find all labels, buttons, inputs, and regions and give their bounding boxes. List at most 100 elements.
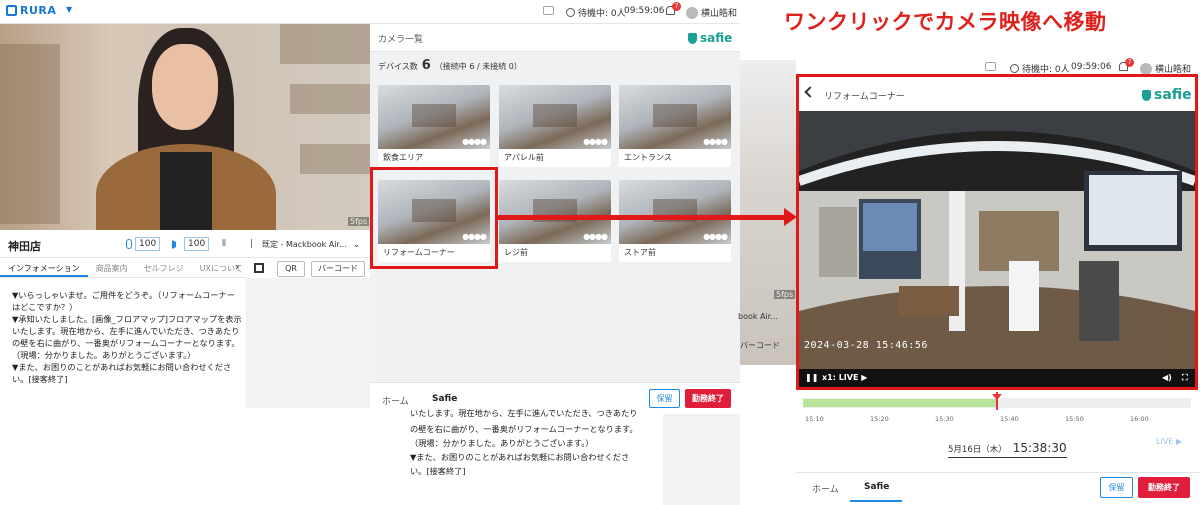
headline: ワンクリックでカメラ映像へ移動 [784, 10, 1107, 34]
arrow-line [498, 215, 790, 220]
safie-logo-icon [688, 32, 697, 44]
camera-menu-icon[interactable]: ●●●● [703, 232, 728, 241]
device-count-value: 6 [421, 58, 431, 73]
timeline-tick: 15:20 [870, 415, 889, 423]
safie-logo-text: safie [700, 31, 733, 45]
info-line: い。[接客終了] [12, 374, 68, 384]
device-count: デバイス数 6 （接続中 6 / 未接続 0） [378, 58, 522, 73]
mic-volume[interactable]: 100 [126, 236, 161, 252]
bell-icon[interactable]: 7 [666, 2, 681, 15]
info-line: はどこですか？） [12, 302, 78, 312]
mic-volume-value[interactable]: 100 [135, 237, 161, 251]
customer-video [0, 24, 370, 230]
camera-card-apparel[interactable]: ●●●● アパレル前 [499, 85, 611, 167]
qr-scan-icon[interactable] [254, 263, 264, 273]
chevron-down-icon[interactable]: ▼ [66, 5, 72, 14]
camera-menu-icon[interactable]: ●●●● [583, 137, 608, 146]
end-shift-button[interactable]: 勤務終了 [685, 389, 731, 408]
chat-icon[interactable] [543, 6, 554, 15]
speaker-volume[interactable]: 100 [172, 236, 210, 252]
camera-card-label: アパレル前 [504, 153, 544, 162]
timeline-recorded [803, 399, 997, 407]
fps-indicator: 5fps [348, 217, 370, 226]
chat-line: の壁を右に曲がり、一番奥がリフォームコーナーとなります。 [410, 424, 638, 434]
app-logo[interactable]: RURA [6, 4, 56, 17]
info-line: （現場：分かりました。ありがとうございます。） [12, 350, 196, 360]
camera-menu-icon[interactable]: ●●●● [703, 137, 728, 146]
camera-list-header [370, 24, 740, 52]
barcode-button[interactable]: バーコード [740, 340, 780, 351]
safie-logo: safie [688, 31, 732, 45]
speaker-icon [172, 239, 181, 249]
timeline-tick: 16:00 [1130, 415, 1149, 423]
timeline-knob-icon[interactable] [992, 394, 1002, 400]
hold-button[interactable]: 保留 [649, 389, 680, 408]
tab-ux[interactable]: UXについて [192, 258, 251, 277]
user-name: 横山皓和 [701, 9, 738, 19]
camera-list-title: カメラ一覧 [378, 35, 424, 45]
nav-safie[interactable]: Safie [864, 482, 889, 492]
tabs-next-icon[interactable]: › [235, 262, 239, 273]
playback-time: 15:38:30 [1012, 441, 1067, 455]
info-line: いたします。現在地から、左手に進んでいただき、つきあたり [12, 326, 240, 336]
rura-logo-icon [6, 5, 17, 16]
device-select[interactable]: 既定 - Mackbook Air... ⌄ [262, 236, 360, 252]
live-button[interactable]: LIVE ▶ [1156, 437, 1182, 446]
end-shift-button[interactable]: 勤務終了 [1138, 477, 1190, 498]
camera-card-register[interactable]: ●●●● レジ前 [499, 180, 611, 262]
chevron-down-icon: ⌄ [353, 239, 360, 249]
chat-line: いたします。現在地から、左手に進んでいただき、つきあたり [410, 408, 638, 418]
person-icon [566, 8, 575, 17]
app-logo-text: RURA [20, 4, 57, 17]
speaker-volume-value[interactable]: 100 [184, 237, 210, 251]
camera-menu-icon[interactable]: ●●●● [583, 232, 608, 241]
microphone-icon [126, 239, 132, 249]
avatar [1140, 62, 1152, 75]
avatar [686, 6, 698, 19]
separator-icon: | [250, 239, 254, 249]
chat-line: ▼また、お困りのことがあればお気軽にお問い合わせくださ [410, 452, 630, 462]
timeline-tick: 15:50 [1065, 415, 1084, 423]
device-icon: ⦀ [222, 239, 226, 249]
device-select-value: 既定 - Mackbook Air... [262, 239, 347, 249]
nav-home[interactable]: ホーム [382, 394, 409, 407]
tab-information[interactable]: インフォメーション [0, 258, 88, 277]
playback-date: 5月16日（木） [948, 445, 1007, 455]
info-line: の壁を右に曲がり、一番奥がリフォームコーナーとなります。 [12, 338, 240, 348]
device-count-status: （接続中 6 / 未接続 0） [434, 62, 522, 71]
tab-products[interactable]: 商品案内 [88, 258, 136, 277]
arrow-right-icon [784, 208, 797, 226]
notification-badge: 7 [1125, 58, 1134, 67]
nav-home[interactable]: ホーム [812, 482, 839, 495]
bell-icon[interactable]: 7 [1119, 58, 1134, 71]
camera-menu-icon[interactable]: ●●●● [462, 137, 487, 146]
timeline-tick: 15:30 [935, 415, 954, 423]
fps-indicator: 5fps [774, 290, 796, 299]
clock: 09:59:06 [1071, 62, 1112, 72]
camera-card-store[interactable]: ●●●● ストア前 [619, 180, 731, 262]
person-icon [1010, 64, 1019, 73]
info-side-area [247, 278, 370, 408]
device-count-label: デバイス数 [378, 62, 418, 71]
camera-card-label: レジ前 [504, 248, 528, 257]
timeline-tick: 15:40 [1000, 415, 1019, 423]
camera-card-label: 飲食エリア [383, 153, 423, 162]
info-line: ▼また、お困りのことがあればお気軽にお問い合わせくださ [12, 362, 232, 372]
tab-self-checkout[interactable]: セルフレジ [136, 258, 192, 277]
camera-card-label: ストア前 [624, 248, 656, 257]
playback-datetime[interactable]: 5月16日（木） 15:38:30 [948, 441, 1067, 458]
qr-button[interactable]: QR [277, 261, 305, 277]
device-select[interactable]: book Air... [738, 312, 778, 321]
hold-button[interactable]: 保留 [1100, 477, 1133, 498]
chat-icon[interactable] [985, 62, 996, 71]
waiting-count: 待機中: 0人 [578, 9, 626, 19]
nav-safie[interactable]: Safie [432, 394, 457, 404]
side-area [663, 414, 740, 505]
active-tab-indicator [850, 500, 902, 502]
highlight-box [370, 167, 498, 269]
camera-card-entrance[interactable]: ●●●● エントランス [619, 85, 731, 167]
user-menu[interactable]: 横山皓和 [686, 6, 737, 19]
chat-line: （現場：分かりました。ありがとうございます。） [410, 438, 594, 448]
barcode-button[interactable]: バーコード [311, 261, 365, 277]
camera-card-dining[interactable]: ●●●● 飲食エリア [378, 85, 490, 167]
